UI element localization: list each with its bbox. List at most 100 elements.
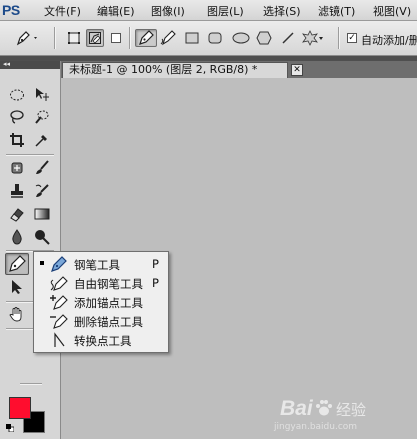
pen-tool-flyout: 钢笔工具 P 自由钢笔工具 P 添加锚点工具 删除锚点工具 转换点工具: [33, 251, 169, 353]
path-selection-tool[interactable]: [7, 277, 27, 297]
history-brush-tool[interactable]: [32, 181, 52, 201]
freeform-pen-button[interactable]: [159, 29, 177, 47]
menu-select[interactable]: 选择(S): [263, 3, 301, 19]
pen-icon: [139, 30, 154, 45]
quick-selection-tool[interactable]: [32, 107, 52, 127]
watermark-url: jingyan.baidu.com: [274, 422, 358, 432]
custom-shape-icon: [302, 30, 323, 46]
crop-icon: [10, 133, 24, 147]
eraser-icon: [10, 208, 24, 222]
lasso-tool[interactable]: [7, 107, 27, 127]
eyedropper-tool[interactable]: [32, 130, 52, 150]
marquee-tool[interactable]: [7, 85, 27, 105]
hand-icon: [9, 307, 22, 322]
menu-file[interactable]: 文件(F): [44, 3, 81, 19]
foreground-color-swatch[interactable]: [9, 397, 31, 419]
flyout-item-convert-point-tool[interactable]: 转换点工具: [34, 330, 168, 349]
dodge-icon: [35, 230, 50, 245]
custom-shape-tool-button[interactable]: [302, 29, 324, 47]
line-icon: [282, 32, 294, 44]
flyout-item-pen-tool[interactable]: 钢笔工具 P: [34, 254, 168, 273]
stamp-icon: [11, 184, 23, 198]
pen-icon: [51, 255, 67, 272]
dodge-tool[interactable]: [32, 227, 52, 247]
gradient-icon: [34, 208, 50, 220]
menu-view[interactable]: 视图(V): [373, 3, 411, 19]
history-brush-icon: [35, 184, 49, 197]
path-selection-arrow-icon: [12, 280, 22, 294]
move-tool[interactable]: [32, 85, 52, 105]
toolbox: ◂◂: [0, 61, 61, 439]
menu-edit[interactable]: 编辑(E): [97, 3, 135, 19]
app-logo: PS: [2, 2, 20, 18]
tool-preset-picker[interactable]: [14, 29, 42, 47]
close-icon[interactable]: ✕: [291, 64, 303, 76]
rounded-rectangle-tool-button[interactable]: [206, 29, 224, 47]
move-icon: [36, 88, 49, 101]
menu-image[interactable]: 图像(I): [151, 3, 185, 19]
document-tab-title: 未标题-1 @ 100% (图层 2, RGB/8) *: [69, 63, 258, 76]
flyout-item-label: 自由钢笔工具: [74, 277, 143, 291]
spot-healing-icon: [11, 162, 23, 174]
crop-tool[interactable]: [7, 130, 27, 150]
freeform-pen-icon: [50, 275, 68, 291]
convert-point-icon: [54, 331, 65, 347]
auto-add-delete-checkbox[interactable]: ✓: [347, 33, 357, 43]
quick-selection-icon: [35, 110, 49, 124]
freeform-pen-icon: [160, 30, 176, 46]
clone-stamp-tool[interactable]: [7, 181, 27, 201]
hand-tool[interactable]: [7, 304, 27, 324]
lasso-icon: [10, 110, 24, 124]
polygon-tool-button[interactable]: [255, 29, 273, 47]
pen-tool[interactable]: [5, 253, 29, 275]
blur-tool[interactable]: [7, 227, 27, 247]
paths-button[interactable]: [86, 29, 104, 47]
options-bar: ✓ 自动添加/删: [0, 21, 417, 56]
baidu-jingyan-watermark: Bai 经验 jingyan.baidu.com: [270, 393, 410, 435]
line-tool-button[interactable]: [279, 29, 297, 47]
eraser-tool[interactable]: [7, 204, 27, 224]
selected-bullet-icon: [40, 261, 44, 265]
paw-icon: [316, 400, 332, 416]
elliptical-marquee-icon: [10, 89, 24, 101]
healing-brush-tool[interactable]: [7, 158, 27, 178]
menu-filter[interactable]: 滤镜(T): [318, 3, 355, 19]
menu-bar: PS 文件(F) 编辑(E) 图像(I) 图层(L) 选择(S) 滤镜(T) 视…: [0, 0, 417, 21]
pen-icon: [16, 31, 37, 46]
ellipse-tool-button[interactable]: [230, 29, 252, 47]
flyout-item-label: 删除锚点工具: [74, 315, 143, 329]
auto-add-delete-label: 自动添加/删: [361, 34, 417, 47]
flyout-item-shortcut: P: [152, 276, 159, 290]
polygon-icon: [256, 31, 272, 45]
rectangle-tool-button[interactable]: [183, 29, 201, 47]
fill-pixels-button[interactable]: [107, 29, 125, 47]
gradient-tool[interactable]: [32, 204, 52, 224]
default-colors-icon[interactable]: [6, 424, 14, 432]
flyout-item-add-anchor-tool[interactable]: 添加锚点工具: [34, 292, 168, 311]
document-tab[interactable]: 未标题-1 @ 100% (图层 2, RGB/8) * ✕: [62, 62, 303, 78]
paths-icon: [89, 32, 101, 44]
document-tab-bar: 未标题-1 @ 100% (图层 2, RGB/8) * ✕: [60, 61, 417, 78]
menu-layer[interactable]: 图层(L): [207, 3, 244, 19]
flyout-item-shortcut: P: [152, 257, 159, 271]
delete-anchor-icon: [50, 313, 68, 329]
fill-pixels-icon: [111, 33, 121, 43]
eyedropper-icon: [35, 135, 47, 147]
brush-tool[interactable]: [32, 158, 52, 178]
shape-layers-icon: [68, 32, 80, 44]
pen-tool-button[interactable]: [135, 29, 157, 47]
brush-icon: [36, 160, 49, 174]
pen-icon: [9, 255, 26, 272]
flyout-item-label: 添加锚点工具: [74, 296, 143, 310]
watermark-brand: Bai: [280, 397, 313, 420]
watermark-brand-cn: 经验: [336, 401, 367, 419]
flyout-item-label: 钢笔工具: [74, 258, 120, 272]
ellipse-icon: [232, 32, 250, 44]
add-anchor-icon: [50, 294, 68, 310]
blur-drop-icon: [12, 229, 22, 245]
flyout-item-freeform-pen-tool[interactable]: 自由钢笔工具 P: [34, 273, 168, 292]
shape-layers-button[interactable]: [65, 29, 83, 47]
flyout-item-delete-anchor-tool[interactable]: 删除锚点工具: [34, 311, 168, 330]
flyout-item-label: 转换点工具: [74, 334, 132, 348]
toolbox-collapse-button[interactable]: ◂◂: [0, 61, 60, 69]
